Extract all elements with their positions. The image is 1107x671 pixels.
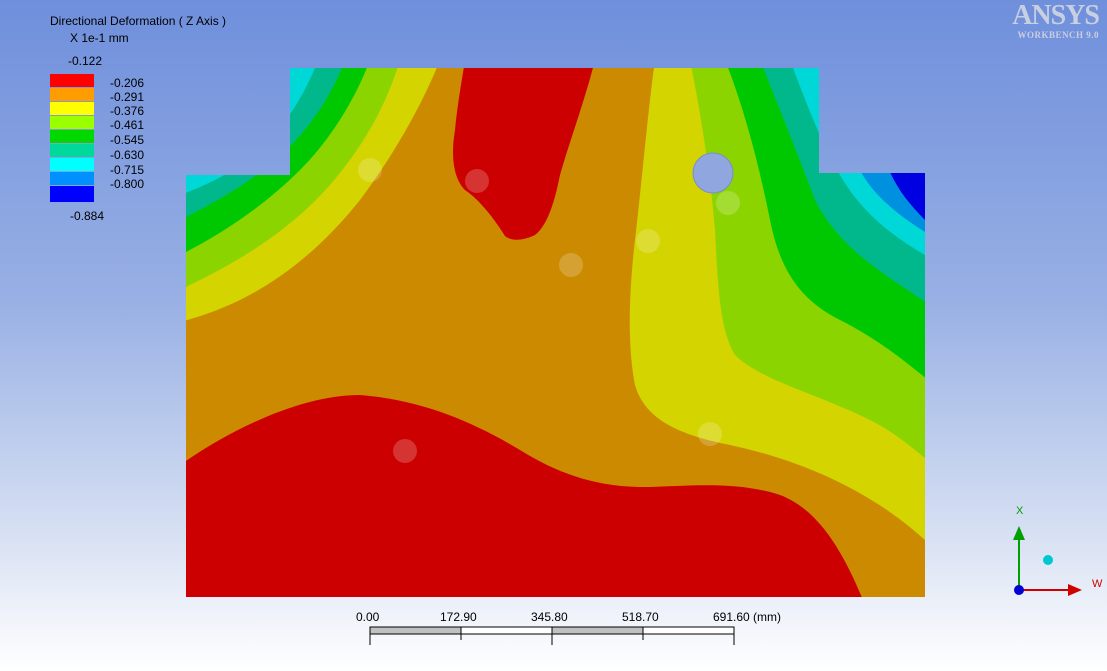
probe-point[interactable] xyxy=(698,422,722,446)
scale-label-4: 691.60 (mm) xyxy=(713,610,782,624)
triad-w-label: W xyxy=(1092,578,1103,590)
probe-point[interactable] xyxy=(716,191,740,215)
hole xyxy=(692,152,734,194)
scale-label-0: 0.00 xyxy=(356,610,380,624)
probe-point[interactable] xyxy=(358,158,382,182)
triad-x-label: X xyxy=(1016,505,1024,517)
scale-label-2: 345.80 xyxy=(531,610,568,624)
scale-label-3: 518.70 xyxy=(622,610,659,624)
contour-model[interactable] xyxy=(0,0,1107,671)
probe-point[interactable] xyxy=(393,439,417,463)
scale-label-1: 172.90 xyxy=(440,610,477,624)
probe-point[interactable] xyxy=(636,229,660,253)
probe-point[interactable] xyxy=(559,253,583,277)
probe-point[interactable] xyxy=(465,169,489,193)
